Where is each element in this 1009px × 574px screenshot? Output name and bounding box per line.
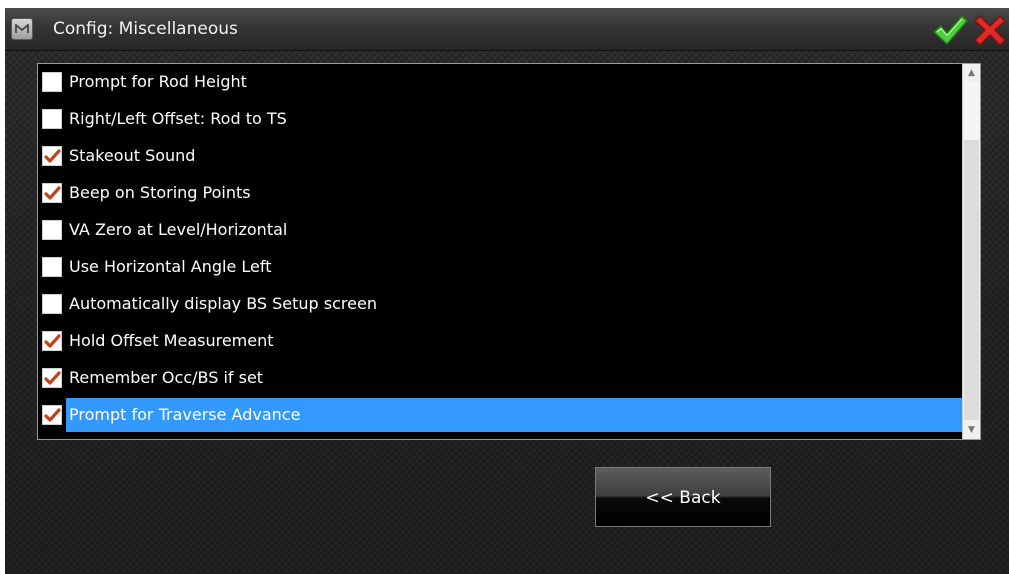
option-checkbox[interactable] — [42, 405, 62, 425]
option-row[interactable]: Stakeout Sound — [38, 138, 962, 175]
title-bar: Config: Miscellaneous — [5, 8, 1009, 51]
checkmark-icon — [44, 334, 61, 348]
option-label: Remember Occ/BS if set — [69, 368, 264, 387]
option-label: VA Zero at Level/Horizontal — [69, 220, 288, 239]
checkmark-icon — [44, 371, 61, 385]
option-row[interactable]: Remember Occ/BS if set — [38, 360, 962, 397]
red-x-icon — [974, 15, 1006, 46]
back-button-label: << Back — [645, 488, 721, 508]
option-checkbox[interactable] — [42, 331, 62, 351]
checkmark-icon — [44, 186, 61, 200]
option-label: Beep on Storing Points — [69, 183, 251, 202]
option-label: Hold Offset Measurement — [69, 331, 274, 350]
checkmark-icon — [44, 149, 61, 163]
option-row[interactable]: Hold Offset Measurement — [38, 323, 962, 360]
option-label: Automatically display BS Setup screen — [69, 294, 377, 313]
scroll-track[interactable] — [964, 140, 979, 420]
option-row[interactable]: Prompt for Traverse Advance — [38, 397, 962, 434]
option-label: Prompt for Rod Height — [69, 72, 247, 91]
option-checkbox[interactable] — [42, 146, 62, 166]
option-row[interactable]: Automatically display BS Setup screen — [38, 286, 962, 323]
back-button[interactable]: << Back — [595, 467, 771, 527]
option-checkbox[interactable] — [42, 183, 62, 203]
options-list[interactable]: Prompt for Rod Height Right/Left Offset: … — [37, 63, 981, 440]
config-screen: Config: Miscellaneous Prompt for Rod Hei… — [5, 8, 1009, 574]
ok-button[interactable] — [932, 13, 968, 47]
option-row[interactable]: Use Horizontal Angle Left — [38, 249, 962, 286]
option-row[interactable]: Prompt for Rod Height — [38, 64, 962, 101]
option-checkbox[interactable] — [42, 72, 62, 92]
app-logo-icon[interactable] — [11, 18, 33, 40]
option-label: Use Horizontal Angle Left — [69, 257, 272, 276]
option-label: Prompt for Traverse Advance — [69, 405, 301, 424]
list-scrollbar[interactable]: ▲ ▼ — [962, 64, 980, 439]
scroll-thumb[interactable] — [964, 82, 979, 141]
option-checkbox[interactable] — [42, 220, 62, 240]
option-row[interactable]: Right/Left Offset: Rod to TS — [38, 101, 962, 138]
scroll-down-arrow-icon[interactable]: ▼ — [963, 421, 980, 439]
green-checkmark-icon — [933, 15, 968, 45]
option-checkbox[interactable] — [42, 294, 62, 314]
checkmark-icon — [44, 408, 61, 422]
scroll-up-arrow-icon[interactable]: ▲ — [963, 64, 980, 82]
options-rows: Prompt for Rod Height Right/Left Offset: … — [38, 64, 962, 434]
option-row[interactable]: Beep on Storing Points — [38, 175, 962, 212]
window-title: Config: Miscellaneous — [53, 19, 238, 39]
option-row[interactable]: VA Zero at Level/Horizontal — [38, 212, 962, 249]
option-checkbox[interactable] — [42, 257, 62, 277]
option-label: Right/Left Offset: Rod to TS — [69, 109, 287, 128]
cancel-button[interactable] — [972, 13, 1008, 47]
option-checkbox[interactable] — [42, 109, 62, 129]
option-checkbox[interactable] — [42, 368, 62, 388]
option-label: Stakeout Sound — [69, 146, 196, 165]
